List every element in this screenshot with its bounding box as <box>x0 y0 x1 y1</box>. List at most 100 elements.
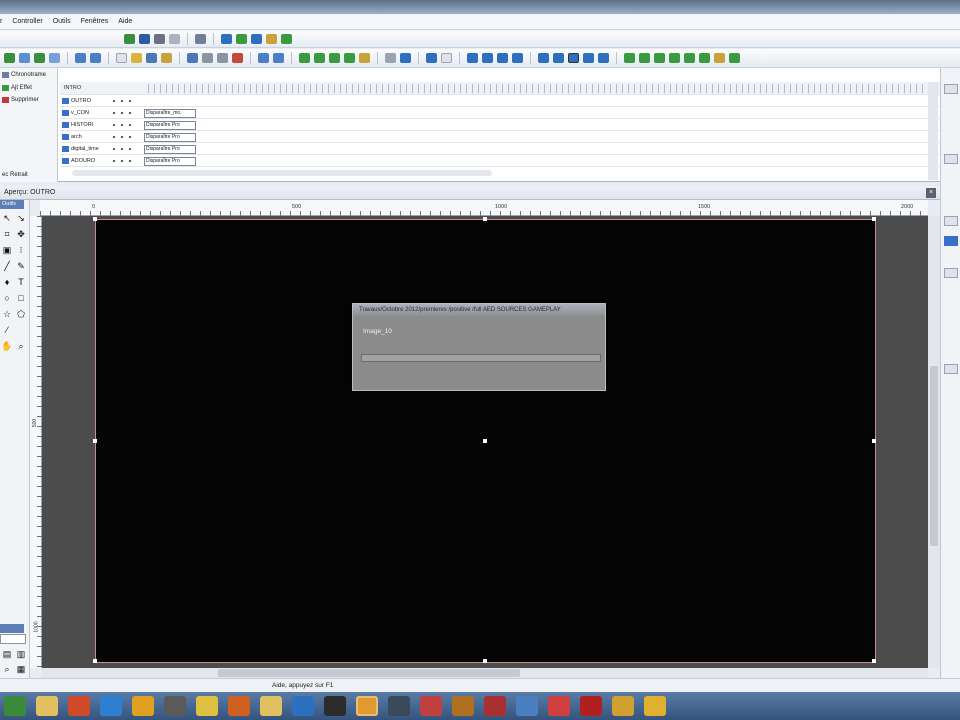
new-icon[interactable] <box>4 53 15 63</box>
effect-dropdown[interactable]: Disparaître Pro <box>144 120 196 130</box>
view-icon[interactable]: ▤ <box>1 649 13 660</box>
play-icon[interactable] <box>400 53 411 63</box>
clip-icon[interactable] <box>729 53 740 63</box>
play-icon[interactable] <box>467 53 478 63</box>
ellipse-icon[interactable]: ○ <box>1 293 13 303</box>
panel-icon[interactable] <box>944 154 958 164</box>
effect-dropdown[interactable]: Disparaître Pro <box>144 156 196 166</box>
center-handle[interactable] <box>483 439 487 443</box>
video-editor-icon[interactable] <box>356 696 378 716</box>
resize-handle[interactable] <box>93 659 97 663</box>
redo-icon[interactable] <box>90 53 101 63</box>
help-icon[interactable] <box>441 53 452 63</box>
tool-icon[interactable] <box>169 34 180 44</box>
panel-icon[interactable] <box>944 216 958 226</box>
app-icon[interactable] <box>484 696 506 716</box>
layer-row[interactable]: digital_time Disparaître Pro <box>60 144 940 155</box>
hand-icon[interactable]: ✋ <box>1 341 13 352</box>
clip-icon[interactable] <box>714 53 725 63</box>
star-icon[interactable]: ☆ <box>1 309 13 320</box>
fill-icon[interactable]: ♦ <box>1 277 13 287</box>
app-icon[interactable] <box>324 696 346 716</box>
media-icon[interactable] <box>164 696 186 716</box>
layer-row[interactable]: ADOURO Disparaître Pro <box>60 156 940 167</box>
timeline-ruler[interactable] <box>148 83 940 93</box>
layer-icon[interactable] <box>344 53 355 63</box>
pen-icon[interactable]: ✎ <box>15 261 27 272</box>
layer-row[interactable]: HISTORI Disparaître Pro <box>60 120 940 131</box>
tool-icon[interactable] <box>281 34 292 44</box>
close-icon[interactable]: × <box>926 188 936 198</box>
scroll-thumb[interactable] <box>218 669 520 677</box>
app-icon[interactable] <box>612 696 634 716</box>
filezilla-icon[interactable] <box>580 696 602 716</box>
app-icon[interactable] <box>548 696 570 716</box>
effect-dropdown[interactable]: Disparaître_mo. <box>144 108 196 118</box>
scroll-thumb[interactable] <box>930 366 938 546</box>
vertical-ruler[interactable]: 500 1000 <box>30 216 42 668</box>
layer-row[interactable]: OUTRO <box>60 96 940 107</box>
save-icon[interactable] <box>146 53 157 63</box>
effect-dropdown[interactable]: Disparaître Pro <box>144 144 196 154</box>
select-arrow-icon[interactable]: ↖ <box>1 213 13 224</box>
tool-icon[interactable] <box>266 34 277 44</box>
paste-icon[interactable] <box>217 53 228 63</box>
open-icon[interactable] <box>131 53 142 63</box>
filter-icon[interactable] <box>34 53 45 63</box>
page-icon[interactable] <box>116 53 127 63</box>
view-icon[interactable]: ▥ <box>15 649 27 660</box>
resize-handle[interactable] <box>93 439 97 443</box>
panel-icon[interactable] <box>944 268 958 278</box>
retrait-item[interactable]: ec Retrait <box>2 170 57 180</box>
app-icon[interactable] <box>100 696 122 716</box>
tool-icon[interactable] <box>124 34 135 44</box>
firefox-icon[interactable] <box>228 696 250 716</box>
copy-icon[interactable] <box>202 53 213 63</box>
user-icon[interactable] <box>426 53 437 63</box>
menu-item-outils[interactable]: Outils <box>53 18 71 25</box>
print-icon[interactable] <box>161 53 172 63</box>
explorer-icon[interactable] <box>36 696 58 716</box>
panel-icon[interactable] <box>944 364 958 374</box>
steam-icon[interactable] <box>388 696 410 716</box>
image-icon[interactable]: ▣ <box>1 245 13 256</box>
resize-handle[interactable] <box>872 659 876 663</box>
arrow-icon[interactable] <box>19 53 30 63</box>
record-icon[interactable] <box>497 53 508 63</box>
skip-start-icon[interactable] <box>538 53 549 63</box>
resize-handle[interactable] <box>483 217 487 221</box>
skip-end-icon[interactable] <box>598 53 609 63</box>
menu-item-controller[interactable]: Controller <box>12 18 42 25</box>
undo-icon[interactable] <box>75 53 86 63</box>
effect-dropdown[interactable]: Disparaître Pro <box>144 132 196 142</box>
rectangle-icon[interactable]: □ <box>15 293 27 303</box>
clip-icon[interactable] <box>699 53 710 63</box>
forward-icon[interactable] <box>583 53 594 63</box>
chronotrame-tab[interactable]: Chronotrame <box>2 70 57 80</box>
app-icon[interactable] <box>260 696 282 716</box>
clip-icon[interactable] <box>639 53 650 63</box>
delete-button[interactable]: Supprimer <box>2 95 57 105</box>
intro-label[interactable]: INTRO <box>60 85 148 91</box>
canvas-vscroll[interactable] <box>928 216 940 668</box>
app-icon[interactable] <box>292 696 314 716</box>
tool-icon[interactable] <box>221 34 232 44</box>
loop-icon[interactable] <box>512 53 523 63</box>
text-icon[interactable]: T <box>15 277 27 287</box>
zoom-icon[interactable]: ⌕ <box>15 341 27 352</box>
panel-icon[interactable] <box>944 236 958 246</box>
resize-handle[interactable] <box>483 659 487 663</box>
add-effect-button[interactable]: Ajt Effet <box>2 83 57 93</box>
canvas-hscroll[interactable] <box>42 668 928 678</box>
menu-item-aide[interactable]: Aide <box>118 18 132 25</box>
clip-icon[interactable] <box>669 53 680 63</box>
panel-icon[interactable] <box>944 84 958 94</box>
timeline-hscroll[interactable] <box>72 170 492 176</box>
clip-icon[interactable] <box>654 53 665 63</box>
resize-handle[interactable] <box>872 217 876 221</box>
tool-icon[interactable] <box>236 34 247 44</box>
play-icon[interactable] <box>482 53 493 63</box>
polygon-icon[interactable]: ⬠ <box>15 309 27 320</box>
eyedropper-icon[interactable]: ⁄ <box>1 325 13 335</box>
tool-icon[interactable] <box>154 34 165 44</box>
